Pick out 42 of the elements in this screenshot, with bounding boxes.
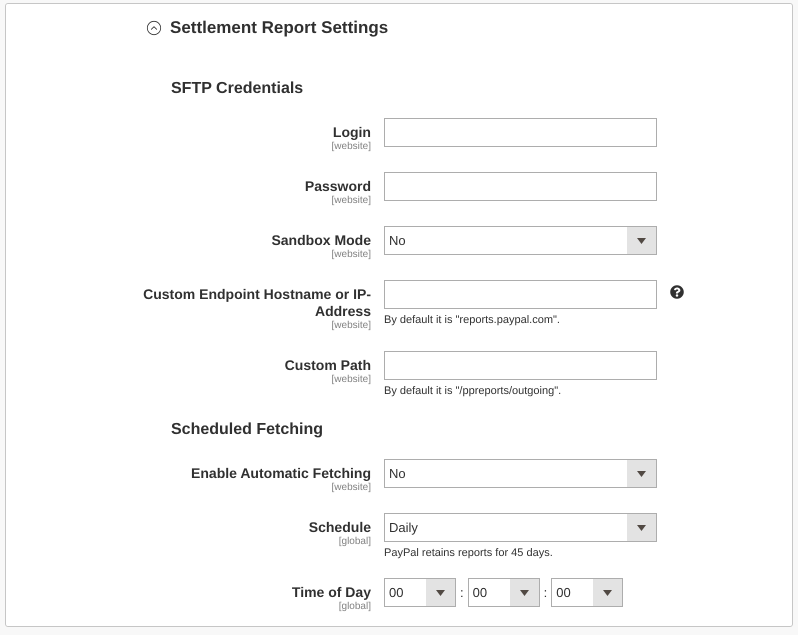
field-label: Enable Automatic Fetching — [191, 465, 371, 482]
field-label: Sandbox Mode — [271, 232, 371, 249]
text-field[interactable] — [384, 172, 657, 201]
field-label: Time of Day — [292, 584, 371, 601]
field-label: Custom Endpoint Hostname or IP-Address — [142, 286, 371, 320]
scope-label: [website] — [332, 320, 371, 332]
text-field[interactable] — [384, 351, 657, 380]
caret-icon — [637, 470, 646, 476]
scope-label: [website] — [332, 141, 371, 153]
caret-icon — [603, 590, 612, 596]
help-icon[interactable] — [670, 285, 684, 299]
field-note: By default it is "reports.paypal.com". — [384, 314, 561, 326]
collapse-icon[interactable] — [146, 20, 162, 36]
caret-icon — [520, 590, 529, 596]
time-separator: : — [544, 585, 548, 600]
scope-label: [global] — [338, 536, 371, 548]
scope-label: [website] — [332, 374, 371, 386]
text-field[interactable] — [384, 280, 657, 309]
caret-icon — [637, 238, 646, 244]
section-title[interactable]: Settlement Report Settings — [170, 18, 388, 38]
group-heading: Scheduled Fetching — [170, 421, 324, 439]
dropdown[interactable]: 00 — [551, 578, 624, 607]
field-label: Login — [332, 124, 371, 141]
group-heading: SFTP Credentials — [170, 80, 304, 98]
scope-label: [global] — [338, 601, 371, 613]
dropdown[interactable]: Daily — [384, 513, 657, 542]
time-separator: : — [460, 585, 464, 600]
scope-label: [website] — [332, 249, 371, 261]
scope-label: [website] — [332, 195, 371, 207]
dropdown[interactable]: 00 — [468, 578, 540, 607]
field-note: By default it is "/ppreports/outgoing". — [384, 385, 562, 397]
dropdown[interactable]: No — [384, 459, 657, 488]
dropdown[interactable]: 00 — [384, 578, 456, 607]
dropdown[interactable]: No — [384, 226, 657, 255]
caret-icon — [436, 590, 445, 596]
field-label: Password — [304, 178, 371, 195]
caret-icon — [637, 524, 646, 530]
field-label: Schedule — [308, 519, 371, 536]
scope-label: [website] — [332, 482, 371, 494]
text-field[interactable] — [384, 118, 657, 147]
field-label: Custom Path — [284, 357, 371, 374]
field-note: PayPal retains reports for 45 days. — [384, 547, 554, 559]
